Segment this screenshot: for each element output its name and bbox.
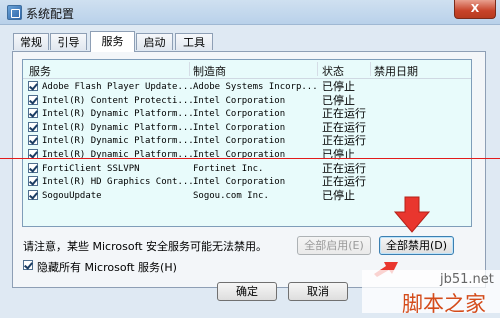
service-name: Intel(R) Dynamic Platform... [42,150,194,160]
title-bar: 系统配置 X [0,0,500,25]
service-row[interactable]: Intel(R) Dynamic Platform... Intel Corpor… [23,148,471,162]
service-status: 正在运行 [322,107,366,121]
service-status: 正在运行 [322,161,366,175]
service-manufacturer: Fortinet Inc. [193,163,264,174]
service-status: 已停止 [322,93,355,107]
close-button[interactable]: X [454,0,496,19]
watermark-url: jb51.net [440,272,494,287]
service-checkbox[interactable] [28,135,38,146]
service-name: Intel(R) Dynamic Platform... [42,136,194,147]
column-divider[interactable] [189,62,190,76]
service-status: 正在运行 [322,120,366,134]
service-status: 已停止 [322,148,355,161]
service-status: 已停止 [322,188,355,202]
security-notice: 请注意，某些 Microsoft 安全服务可能无法禁用。 [23,240,268,253]
tab-general[interactable]: 常规 [13,33,49,50]
service-manufacturer: Intel Corporation [193,95,286,106]
service-checkbox[interactable] [28,176,38,187]
cancel-button[interactable]: 取消 [288,282,348,301]
enable-all-button[interactable]: 全部启用(E) [297,236,371,255]
tab-boot[interactable]: 引导 [50,33,87,50]
service-checkbox[interactable] [28,94,38,105]
disable-all-button[interactable]: 全部禁用(D) [379,236,454,255]
service-name: Intel(R) Dynamic Platform... [42,122,194,133]
column-divider[interactable] [370,62,371,76]
column-header-service[interactable]: 服务 [29,63,51,79]
service-status: 正在运行 [322,175,366,189]
service-row[interactable]: Adobe Flash Player Update... Adobe System… [23,80,471,94]
service-name: Intel(R) Dynamic Platform... [42,109,194,120]
service-row[interactable]: Intel(R) HD Graphics Cont... Intel Corpor… [23,175,471,189]
watermark-brand: 脚本之家 [402,292,486,316]
tab-startup[interactable]: 启动 [136,33,173,50]
service-checkbox[interactable] [28,81,38,91]
service-row[interactable]: Intel(R) Dynamic Platform... Intel Corpor… [23,121,471,135]
service-name: Intel(R) Content Protecti... [42,95,194,106]
service-manufacturer: Intel Corporation [193,122,286,133]
service-manufacturer: Sogou.com Inc. [193,190,269,201]
service-checkbox[interactable] [28,162,38,173]
column-divider[interactable] [317,62,318,76]
down-arrow-icon [393,196,431,233]
service-manufacturer: Intel Corporation [193,177,286,188]
tab-services[interactable]: 服务 [90,31,135,52]
service-name: Intel(R) HD Graphics Cont... [42,177,194,188]
service-row[interactable]: FortiClient SSLVPN Fortinet Inc. 正在运行 [23,162,471,176]
service-checkbox[interactable] [28,189,38,200]
service-status: 已停止 [322,80,355,93]
service-manufacturer: Intel Corporation [193,136,286,147]
list-header: 服务 制造商 状态 禁用日期 [23,60,471,79]
service-row[interactable]: Intel(R) Dynamic Platform... Intel Corpor… [23,107,471,121]
service-name: Adobe Flash Player Update... [42,82,194,92]
hide-microsoft-label: 隐藏所有 Microsoft 服务(H) [37,261,177,274]
service-row[interactable]: Intel(R) Dynamic Platform... Intel Corpor… [23,134,471,148]
service-manufacturer: Intel Corporation [193,109,286,120]
column-header-manufacturer[interactable]: 制造商 [193,63,226,79]
ok-button[interactable]: 确定 [217,282,277,301]
service-name: FortiClient SSLVPN [42,163,140,174]
service-name: SogouUpdate [42,190,102,201]
service-checkbox[interactable] [28,121,38,132]
window-title: 系统配置 [26,7,75,21]
hide-microsoft-checkbox[interactable] [23,260,33,270]
annotation-red-line [0,158,500,159]
service-manufacturer: Adobe Systems Incorp... [193,82,318,92]
watermark: jb51.net 脚本之家 [362,270,500,316]
service-checkbox[interactable] [28,108,38,119]
column-header-status[interactable]: 状态 [322,63,344,79]
service-status: 正在运行 [322,134,366,148]
service-row[interactable]: Intel(R) Content Protecti... Intel Corpor… [23,94,471,108]
column-header-disabled-date[interactable]: 禁用日期 [374,63,418,79]
service-manufacturer: Intel Corporation [193,150,286,160]
tab-tools[interactable]: 工具 [175,33,213,50]
system-config-icon [7,5,22,20]
